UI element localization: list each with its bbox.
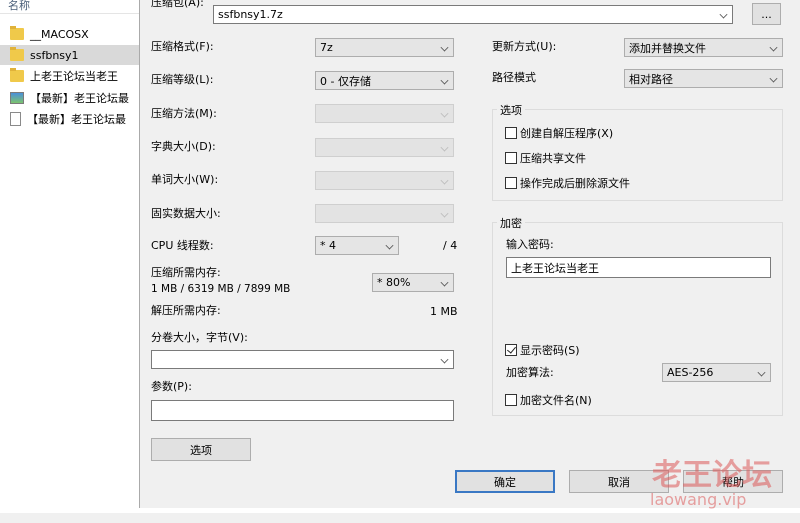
archive-path-combo[interactable]: ssfbnsy1.7z [213,5,733,24]
chevron-down-icon [440,43,449,52]
mem-decomp-value: 1 MB [430,305,458,318]
chevron-down-icon [757,368,766,377]
options-group-title: 选项 [497,102,525,118]
show-password-checkbox[interactable]: 显示密码(S) [505,342,580,358]
enc-method-label: 加密算法: [506,366,554,379]
folder-icon [10,26,24,40]
delete-after-checkbox-label: 操作完成后删除源文件 [520,177,630,190]
checkbox-box [505,127,517,139]
name-column-header[interactable]: 名称 [0,0,140,14]
item-name: ssfbnsy1 [30,48,79,62]
chevron-down-icon [440,209,449,218]
chevron-down-icon [440,143,449,152]
image-file-icon [10,92,24,104]
list-item[interactable]: 【最新】老王论坛最 [0,109,140,129]
format-label: 压缩格式(F): [151,40,214,53]
folder-icon [10,68,24,82]
params-label: 参数(P): [151,380,192,393]
watermark-logo: 老王论坛 [652,458,772,493]
chevron-down-icon [440,176,449,185]
item-name: 【最新】老王论坛最 [30,92,129,105]
encrypt-names-checkbox[interactable]: 加密文件名(N) [505,392,592,408]
path-mode-value: 相对路径 [629,72,673,86]
path-label: 路径模式 [492,71,536,84]
file-explorer: 名称 __MACOSX ssfbnsy1 上老王论坛当老王 【最新】老王论坛最 … [0,0,140,523]
item-name: 【最新】老王论坛最 [27,113,126,126]
volume-size-combo[interactable] [151,350,454,369]
checkbox-box [505,394,517,406]
shared-checkbox-label: 压缩共享文件 [520,152,586,165]
chevron-down-icon [440,109,449,118]
enc-method-value: AES-256 [667,366,714,379]
level-select[interactable]: 0 - 仅存储 [315,71,454,90]
archive-label: 压缩包(A): [151,0,204,9]
password-input[interactable]: 上老王论坛当老王 [506,257,771,278]
item-name: __MACOSX [30,27,89,41]
cpu-label: CPU 线程数: [151,239,214,252]
mem-comp-value: 1 MB / 6319 MB / 7899 MB [151,283,291,295]
dict-label: 字典大小(D): [151,140,216,153]
delete-after-checkbox[interactable]: 操作完成后删除源文件 [505,175,630,191]
shared-checkbox[interactable]: 压缩共享文件 [505,150,586,166]
chevron-down-icon [769,43,778,52]
mem-comp-label: 压缩所需内存: [151,266,221,279]
level-label: 压缩等级(L): [151,73,214,86]
list-item[interactable]: 【最新】老王论坛最 [0,88,140,108]
word-select [315,171,454,190]
word-label: 单词大小(W): [151,173,219,186]
text-file-icon [10,112,21,126]
level-value: 0 - 仅存储 [320,74,371,88]
path-mode-select[interactable]: 相对路径 [624,69,783,88]
folder-icon [10,47,24,61]
mem-usage-value: * 80% [377,276,411,289]
options-button[interactable]: 选项 [151,438,251,461]
dict-select [315,138,454,157]
chevron-down-icon [719,10,728,19]
item-name: 上老王论坛当老王 [30,70,118,83]
chevron-down-icon [440,355,449,364]
format-select[interactable]: 7z [315,38,454,57]
list-item[interactable]: __MACOSX [0,24,140,44]
watermark-url: laowang.vip [650,490,747,509]
checkbox-box [505,344,517,356]
method-select [315,104,454,123]
encrypt-names-label: 加密文件名(N) [520,394,592,407]
method-label: 压缩方法(M): [151,107,217,120]
checkbox-box [505,152,517,164]
solid-label: 固实数据大小: [151,207,221,220]
chevron-down-icon [769,74,778,83]
mem-usage-select[interactable]: * 80% [372,273,454,292]
params-input[interactable] [151,400,454,421]
archive-path-value: ssfbnsy1.7z [218,8,283,21]
add-to-archive-dialog: 压缩包(A): ssfbnsy1.7z ... 压缩格式(F): 7z 压缩等级… [139,0,800,508]
update-mode-value: 添加并替换文件 [629,41,706,55]
sfx-checkbox[interactable]: 创建自解压程序(X) [505,125,613,141]
encryption-group-title: 加密 [497,215,525,231]
format-value: 7z [320,41,333,54]
mem-decomp-label: 解压所需内存: [151,304,221,317]
enc-method-select[interactable]: AES-256 [662,363,771,382]
explorer-status-strip [0,513,800,523]
list-item[interactable]: 上老王论坛当老王 [0,66,140,86]
sfx-checkbox-label: 创建自解压程序(X) [520,127,614,140]
show-password-label: 显示密码(S) [520,344,580,357]
checkbox-box [505,177,517,189]
solid-select [315,204,454,223]
volume-label: 分卷大小，字节(V): [151,331,248,344]
cpu-threads-value: * 4 [320,239,336,252]
ok-button[interactable]: 确定 [455,470,555,493]
update-label: 更新方式(U): [492,40,557,53]
chevron-down-icon [385,241,394,250]
update-mode-select[interactable]: 添加并替换文件 [624,38,783,57]
cpu-threads-select[interactable]: * 4 [315,236,399,255]
password-label: 输入密码: [506,238,554,251]
chevron-down-icon [440,278,449,287]
cpu-max: / 4 [443,239,458,252]
chevron-down-icon [440,76,449,85]
list-item[interactable]: ssfbnsy1 [0,45,140,65]
browse-button[interactable]: ... [752,3,781,25]
